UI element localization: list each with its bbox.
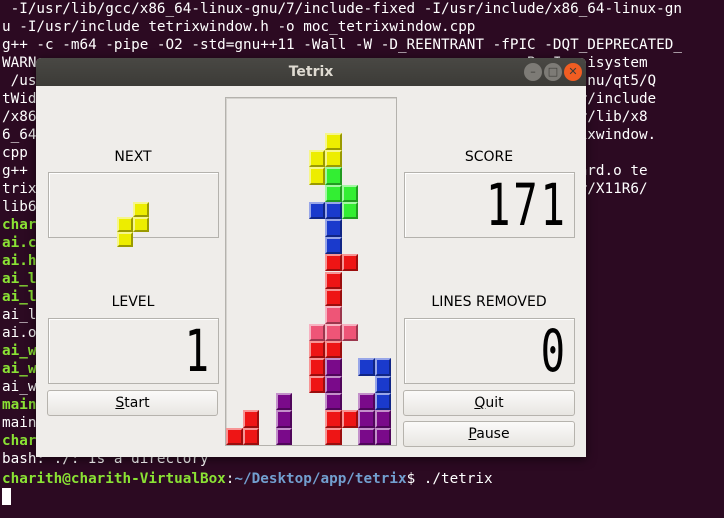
terminal-line: ai_l xyxy=(2,271,37,287)
board-block xyxy=(358,410,375,428)
terminal-line: g++ -c -m64 -pipe -O2 -std=gnu++11 -Wall… xyxy=(2,37,682,53)
next-piece-display xyxy=(48,172,219,247)
board-block xyxy=(325,306,342,324)
terminal-line: u -I/usr/include tetrixwindow.h -o moc_t… xyxy=(2,19,476,35)
prompt-command: $ ./tetrix xyxy=(406,471,493,487)
board-block xyxy=(341,202,358,220)
level-display: 1 xyxy=(48,318,219,384)
quit-label: uit xyxy=(485,395,504,411)
start-label: tart xyxy=(124,395,150,411)
tetrix-window: Tetrix – □ ✕ NEXT LEVEL 1 Start SCORE 17… xyxy=(36,58,586,457)
board-block xyxy=(325,202,342,220)
board-block xyxy=(308,358,325,376)
board-block xyxy=(242,410,259,428)
board-block xyxy=(308,202,325,220)
lines-removed-display: 0 xyxy=(404,318,575,384)
terminal-line: ai_l xyxy=(2,289,37,305)
terminal-line: -I/usr/lib/gcc/x86_64-linux-gnu/7/includ… xyxy=(2,1,682,17)
board-block xyxy=(275,427,292,445)
next-piece-block xyxy=(133,202,149,217)
pause-button[interactable]: Pause xyxy=(403,421,575,447)
board-block xyxy=(358,427,375,445)
board-block xyxy=(325,132,342,151)
game-board[interactable] xyxy=(225,97,397,446)
board-block xyxy=(325,150,342,168)
next-piece-block xyxy=(133,217,149,232)
next-label: NEXT xyxy=(114,149,152,165)
board-block xyxy=(358,358,375,376)
level-label: LEVEL xyxy=(111,294,155,310)
prompt-user: charith@charith-VirtualBox xyxy=(2,471,226,487)
start-button[interactable]: Start xyxy=(47,390,218,416)
board-block xyxy=(325,271,342,289)
board-block xyxy=(374,375,391,393)
window-titlebar[interactable]: Tetrix – □ ✕ xyxy=(36,58,586,86)
board-block xyxy=(275,410,292,428)
quit-mnemonic: Q xyxy=(474,395,486,411)
board-block xyxy=(374,358,391,376)
terminal-line: main xyxy=(2,415,37,431)
board-block xyxy=(358,392,375,411)
board-block xyxy=(341,323,358,341)
window-title: Tetrix xyxy=(288,64,334,80)
board-block xyxy=(325,375,342,393)
terminal-line: ai_w xyxy=(2,379,37,395)
terminal-line: ai_w xyxy=(2,343,37,359)
board-block xyxy=(308,323,325,341)
board-block xyxy=(325,167,342,185)
board-block xyxy=(325,427,342,445)
maximize-icon[interactable]: □ xyxy=(544,63,562,81)
board-block xyxy=(325,340,342,359)
minimize-icon[interactable]: – xyxy=(524,63,542,81)
terminal-line: ai.o xyxy=(2,325,37,341)
lines-removed-value: 0 xyxy=(540,317,568,385)
board-block xyxy=(242,427,259,445)
quit-button[interactable]: Quit xyxy=(403,390,575,416)
board-block xyxy=(325,288,342,307)
prompt-path: ~/Desktop/app/tetrix xyxy=(234,471,407,487)
board-block xyxy=(325,410,342,428)
terminal-line: ai_l xyxy=(2,307,37,323)
start-mnemonic: S xyxy=(115,395,125,411)
board-block xyxy=(325,392,342,411)
board-block xyxy=(325,358,342,376)
close-icon[interactable]: ✕ xyxy=(564,63,582,81)
board-block xyxy=(374,410,391,428)
board-block xyxy=(325,184,342,203)
pause-label: ause xyxy=(476,426,510,442)
terminal-line: ai.h xyxy=(2,253,37,269)
terminal-line: lib6 xyxy=(2,199,37,215)
board-block xyxy=(308,340,325,359)
board-block xyxy=(374,427,391,445)
board-block xyxy=(374,392,391,411)
terminal-line: cpp xyxy=(2,145,28,161)
score-display: 171 xyxy=(404,172,575,238)
board-block xyxy=(308,150,325,168)
score-value: 171 xyxy=(486,171,568,239)
board-block xyxy=(226,427,243,445)
board-block xyxy=(325,219,342,237)
lines-removed-label: LINES REMOVED xyxy=(431,294,547,310)
terminal-prompt-line: charith@charith-VirtualBox:~/Desktop/app… xyxy=(2,470,493,488)
board-block xyxy=(341,254,358,272)
next-piece-block xyxy=(117,217,133,232)
board-block xyxy=(275,392,292,411)
terminal-line: ai.c xyxy=(2,235,37,251)
board-block xyxy=(341,184,358,203)
board-block xyxy=(325,323,342,341)
board-block xyxy=(325,236,342,255)
board-block xyxy=(308,375,325,393)
board-block xyxy=(325,254,342,272)
board-block xyxy=(341,410,358,428)
board-block xyxy=(308,167,325,185)
terminal-line: main xyxy=(2,397,37,413)
next-piece-block xyxy=(117,232,133,247)
terminal-cursor xyxy=(2,488,11,505)
level-value: 1 xyxy=(184,317,212,385)
score-label: SCORE xyxy=(464,149,514,165)
terminal-line: ai_w xyxy=(2,361,37,377)
